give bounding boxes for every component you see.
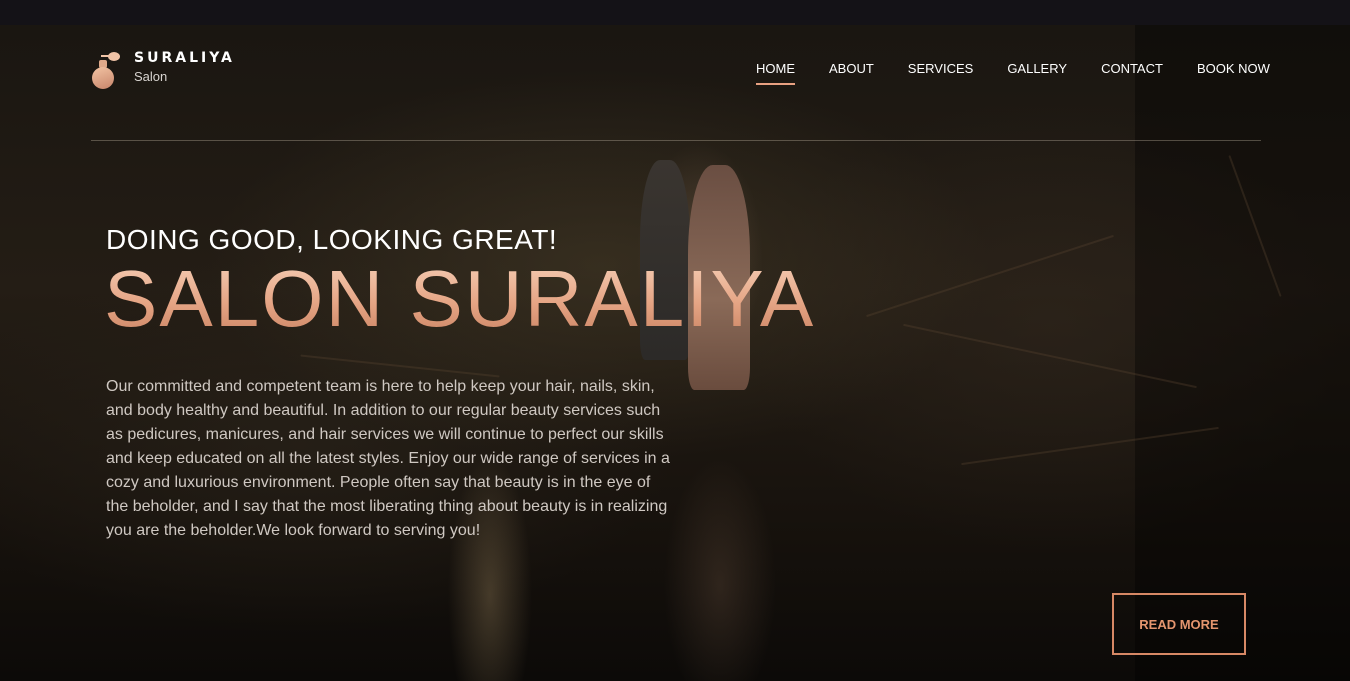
header-divider (91, 140, 1261, 141)
read-more-button[interactable]: READ MORE (1112, 593, 1246, 655)
top-bar (0, 0, 1350, 25)
hero-headline: SALON SURALIYA (104, 254, 816, 343)
hero-background (0, 25, 1350, 681)
main-nav: HOME ABOUT SERVICES GALLERY CONTACT BOOK… (756, 61, 1270, 85)
hero-shadow-panel (1135, 25, 1350, 681)
background-branch (866, 234, 1114, 318)
brand-logo[interactable]: SURALIYA Salon (90, 50, 235, 90)
perfume-bottle-icon (90, 50, 124, 90)
brand-name: SURALIYA (134, 50, 235, 66)
nav-about[interactable]: ABOUT (829, 61, 874, 85)
hero-description: Our committed and competent team is here… (106, 378, 670, 539)
nav-contact[interactable]: CONTACT (1101, 61, 1163, 85)
hero-tagline: DOING GOOD, LOOKING GREAT! (106, 224, 558, 255)
nav-home[interactable]: HOME (756, 61, 795, 85)
nav-gallery[interactable]: GALLERY (1007, 61, 1067, 85)
brand-subtitle: Salon (134, 69, 168, 84)
nav-services[interactable]: SERVICES (908, 61, 974, 85)
nav-book-now[interactable]: BOOK NOW (1197, 61, 1270, 85)
background-branch (300, 354, 500, 378)
